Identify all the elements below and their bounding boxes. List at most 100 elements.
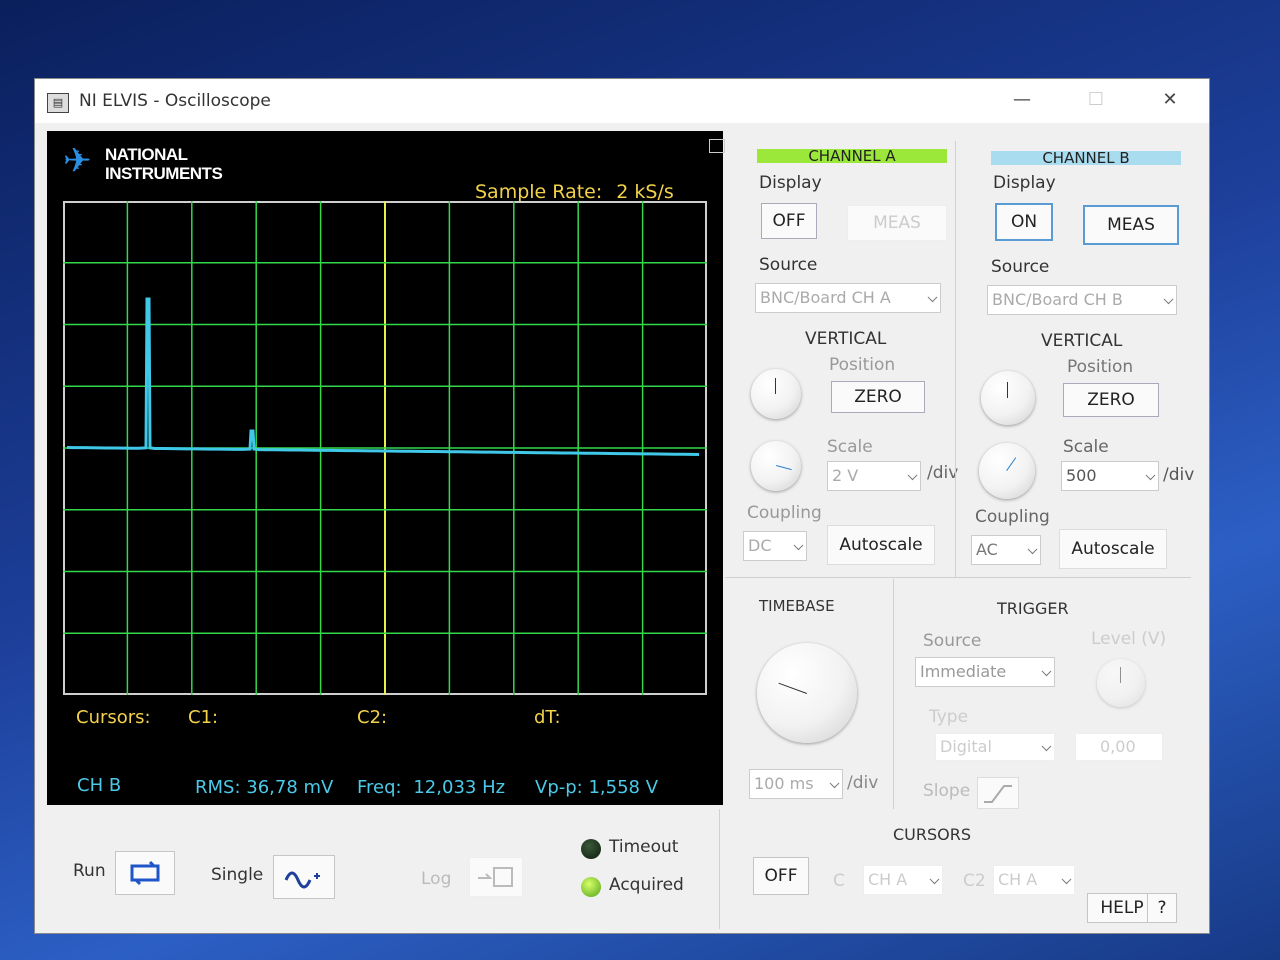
channel-b-display-label: Display (993, 173, 1056, 193)
trigger-level-value: 0,00 (1100, 737, 1136, 756)
trigger-level-knob[interactable] (1097, 659, 1145, 707)
chevron-down-icon (1041, 741, 1052, 752)
trigger-type-select[interactable]: Digital (935, 733, 1055, 761)
dt-label: dT: (534, 707, 561, 728)
channel-a-scale-knob[interactable] (751, 441, 801, 491)
channel-a-scale-label: Scale (827, 437, 873, 457)
freq-label: Freq: (357, 777, 402, 798)
single-label: Single (211, 865, 264, 885)
channel-a-scale-select[interactable]: 2 V (827, 461, 921, 491)
chevron-down-icon (929, 874, 940, 885)
title-bar: ▤ NI ELVIS - Oscilloscope — ☐ ✕ (35, 79, 1209, 123)
chevron-down-icon (793, 540, 804, 551)
timeout-led (581, 839, 601, 859)
trigger-type-value: Digital (940, 737, 992, 756)
save-log-icon (478, 867, 513, 887)
channel-a-zero-button[interactable]: ZERO (831, 381, 925, 413)
cursor-c-select[interactable]: CH A (863, 865, 943, 895)
trigger-label: TRIGGER (997, 599, 1069, 618)
channel-b-scale-value: 500 (1066, 466, 1097, 485)
chevron-down-icon (1145, 470, 1156, 481)
log-label: Log (421, 869, 452, 889)
cursors-panel-label: CURSORS (893, 825, 972, 844)
ni-logo: ✈ NATIONAL INSTRUMENTS (63, 141, 253, 187)
close-button[interactable]: ✕ (1153, 87, 1187, 113)
channel-b-scale-knob[interactable] (979, 443, 1035, 499)
log-button[interactable] (469, 857, 523, 897)
question-button[interactable]: ? (1147, 893, 1177, 923)
channel-a-per-div: /div (927, 463, 959, 483)
timeout-label: Timeout (609, 837, 679, 857)
channel-a-source-label: Source (759, 255, 818, 275)
channel-a-header: CHANNEL A (757, 149, 947, 164)
window-title: NI ELVIS - Oscilloscope (79, 91, 271, 111)
run-button[interactable] (115, 851, 175, 895)
channel-a-vertical-label: VERTICAL (805, 329, 887, 349)
trigger-slope-label: Slope (923, 781, 971, 801)
sample-rate-label: Sample Rate: (475, 181, 603, 203)
logo-line2: INSTRUMENTS (105, 164, 223, 183)
trigger-level-label: Level (V) (1091, 629, 1167, 649)
channel-a-position-knob[interactable] (751, 369, 801, 419)
channel-b-autoscale-button[interactable]: Autoscale (1059, 529, 1167, 569)
scope-display: ✈ NATIONAL INSTRUMENTS Sample Rate: 2 kS… (47, 131, 725, 805)
cursors-off-button[interactable]: OFF (753, 857, 809, 895)
freq-value: 12,033 Hz (413, 777, 506, 798)
channel-a-off-button[interactable]: OFF (761, 203, 817, 239)
oscilloscope-window: ▤ NI ELVIS - Oscilloscope — ☐ ✕ ✈ NATION… (34, 78, 1210, 934)
chevron-down-icon (1041, 666, 1052, 677)
channel-a-coupling-select[interactable]: DC (743, 531, 807, 561)
channel-b-position-knob[interactable] (981, 371, 1035, 425)
timebase-knob[interactable] (757, 643, 857, 743)
single-button[interactable] (273, 855, 335, 899)
channel-b-vertical-label: VERTICAL (1041, 331, 1123, 351)
channel-b-coupling-select[interactable]: AC (971, 535, 1041, 565)
channel-b-scale-label: Scale (1063, 437, 1109, 457)
c2-label: C2: (357, 707, 388, 728)
channel-b-source-select[interactable]: BNC/Board CH B (987, 285, 1177, 315)
channel-a-coupling-label: Coupling (747, 503, 822, 523)
channel-a-source-value: BNC/Board CH A (760, 288, 891, 307)
channel-b-zero-button[interactable]: ZERO (1063, 383, 1159, 417)
sample-rate: Sample Rate: 2 kS/s (475, 181, 674, 203)
channel-a-meas-button[interactable]: MEAS (847, 205, 947, 241)
trigger-source-select[interactable]: Immediate (915, 657, 1055, 687)
channel-b-per-div: /div (1163, 465, 1195, 485)
trigger-type-label: Type (929, 707, 969, 727)
cursor-c-value: CH A (868, 870, 908, 889)
timebase-select[interactable]: 100 ms (749, 769, 843, 799)
channel-b-coupling-value: AC (976, 540, 998, 559)
freq-readout: Freq: 12,033 Hz (357, 777, 505, 798)
rms-readout: RMS: 36,78 mV (195, 777, 333, 798)
timebase-per-div: /div (847, 773, 879, 793)
timebase-value: 100 ms (754, 774, 814, 793)
app-icon: ▤ (47, 93, 69, 113)
minimize-button[interactable]: — (1005, 87, 1039, 113)
trigger-level-input[interactable]: 0,00 (1075, 733, 1163, 761)
scope-graticule (63, 201, 707, 695)
channel-b-position-label: Position (1067, 357, 1134, 377)
chevron-down-icon (927, 292, 938, 303)
run-label: Run (73, 861, 106, 881)
trigger-slope-button[interactable] (977, 777, 1019, 809)
channel-b-on-button[interactable]: ON (995, 203, 1053, 241)
channel-a-autoscale-button[interactable]: Autoscale (827, 525, 935, 565)
trigger-divider (893, 579, 894, 809)
channel-b-scale-select[interactable]: 500 (1061, 461, 1159, 491)
channel-a-coupling-value: DC (748, 536, 772, 555)
ni-eagle-icon: ✈ (63, 141, 92, 181)
channel-b-meas-button[interactable]: MEAS (1083, 205, 1179, 245)
chevron-down-icon (1027, 544, 1038, 555)
cursor-c2-label: C2 (963, 871, 986, 891)
logo-line1: NATIONAL (105, 145, 188, 164)
vpp-value: 1,558 V (588, 777, 659, 798)
bottom-divider (719, 809, 720, 929)
undock-icon[interactable] (709, 139, 725, 153)
rms-label: RMS: (195, 777, 241, 798)
channel-a-source-select[interactable]: BNC/Board CH A (755, 283, 941, 313)
c1-label: C1: (188, 707, 219, 728)
chevron-down-icon (1163, 294, 1174, 305)
sample-rate-value: 2 kS/s (616, 181, 674, 203)
cursor-c2-select[interactable]: CH A (993, 865, 1075, 895)
maximize-button[interactable]: ☐ (1079, 87, 1113, 113)
